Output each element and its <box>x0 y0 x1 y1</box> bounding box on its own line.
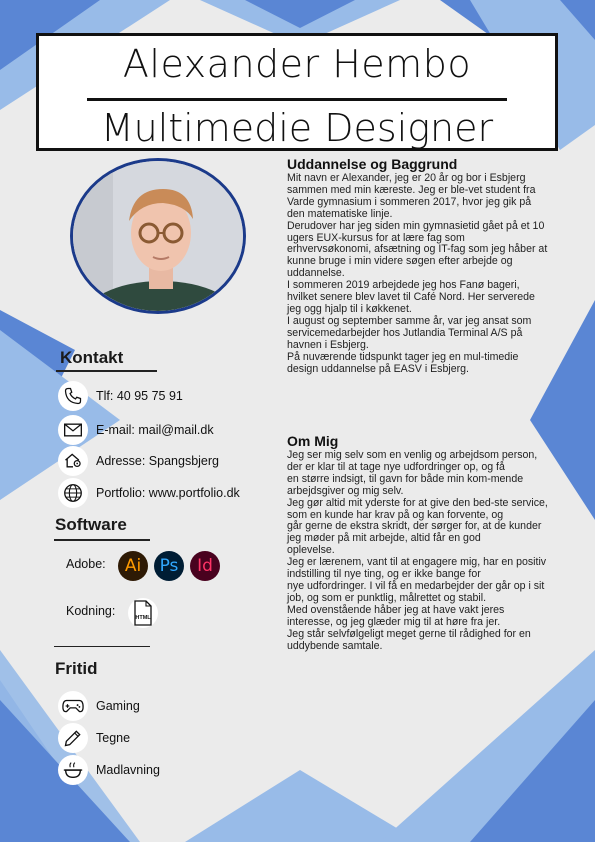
header-divider <box>87 98 507 101</box>
cooking-icon <box>58 755 88 785</box>
profile-photo-frame <box>70 158 246 314</box>
hobby-text: Gaming <box>96 699 140 713</box>
contact-phone: Tlf: 40 95 75 91 <box>58 381 183 411</box>
about-paragraph: Jeg er lærenem, vant til at engagere mig… <box>287 556 547 581</box>
about-paragraph: en større indsigt, til gavn for både min… <box>287 472 524 497</box>
hobby-text: Madlavning <box>96 763 160 777</box>
contact-portfolio: Portfolio: www.portfolio.dk <box>58 478 240 508</box>
contact-text: Adresse: Spangsbjerg <box>96 454 219 468</box>
education-paragraph: Mit navn er Alexander, jeg er 20 år og b… <box>287 172 536 220</box>
header-box: Alexander Hembo Multimedie Designer <box>36 33 558 151</box>
indesign-icon: Id <box>190 551 220 581</box>
portrait-illustration <box>73 161 243 311</box>
globe-icon <box>58 478 88 508</box>
person-name: Alexander Hembo <box>122 42 472 86</box>
contact-email: E-mail: mail@mail.dk <box>58 415 214 445</box>
education-paragraph: På nuværende tidspunkt tager jeg en mul-… <box>287 350 519 375</box>
pencil-icon <box>58 723 88 753</box>
profile-photo <box>70 158 250 316</box>
illustrator-icon: Ai <box>118 551 148 581</box>
email-icon <box>58 415 88 445</box>
coding-label: Kodning: <box>66 604 116 618</box>
about-heading: Om Mig <box>287 433 339 449</box>
contact-divider <box>56 370 157 372</box>
about-paragraph: Med ovenstående håber jeg at have vakt j… <box>287 603 505 628</box>
contact-text: Tlf: 40 95 75 91 <box>96 389 183 403</box>
education-paragraph: Derudover har jeg siden min gymnasietid … <box>287 219 548 280</box>
contact-text: Portfolio: www.portfolio.dk <box>96 486 240 500</box>
about-paragraph: Jeg står selvfølgeligt meget gerne til r… <box>287 627 531 652</box>
gamepad-icon <box>58 691 88 721</box>
phone-icon <box>58 381 88 411</box>
fritid-heading: Fritid <box>55 659 98 678</box>
contact-address: Adresse: Spangsbjerg <box>58 446 219 476</box>
software-heading: Software <box>55 515 127 534</box>
about-paragraph: Jeg gør altid mit yderste for at give de… <box>287 496 548 521</box>
contact-heading: Kontakt <box>60 348 124 367</box>
adobe-label: Adobe: <box>66 557 106 571</box>
html-file-label: HTML <box>135 615 151 621</box>
hobby-text: Tegne <box>96 731 131 745</box>
education-heading: Uddannelse og Baggrund <box>287 156 458 172</box>
about-paragraph: Jeg ser mig selv som en venlig og arbejd… <box>287 449 538 473</box>
contact-text: E-mail: mail@mail.dk <box>96 423 214 437</box>
hobby-drawing: Tegne <box>58 723 130 753</box>
education-paragraph: I august og september samme år, var jeg … <box>287 314 532 351</box>
photoshop-icon: Ps <box>154 551 184 581</box>
home-location-icon <box>58 446 88 476</box>
hobby-cooking: Madlavning <box>58 755 160 785</box>
about-paragraph: går gerne de ekstra skridt, der sørger f… <box>287 520 542 545</box>
job-title: Multimedie Designer <box>100 106 494 150</box>
education-section: Uddannelse og Baggrund Mit navn er Alexa… <box>287 156 549 375</box>
about-paragraph: nye udfordringer. I vil få en medarbejde… <box>287 579 545 604</box>
hobby-gaming: Gaming <box>58 691 140 721</box>
education-paragraph: I sommeren 2019 arbejdede jeg hos Fanø b… <box>287 279 535 315</box>
html-file-icon: HTML <box>128 598 158 628</box>
fritid-divider <box>54 646 150 647</box>
about-section: Om Mig Jeg ser mig selv som en venlig og… <box>287 433 549 652</box>
software-divider <box>54 539 150 541</box>
